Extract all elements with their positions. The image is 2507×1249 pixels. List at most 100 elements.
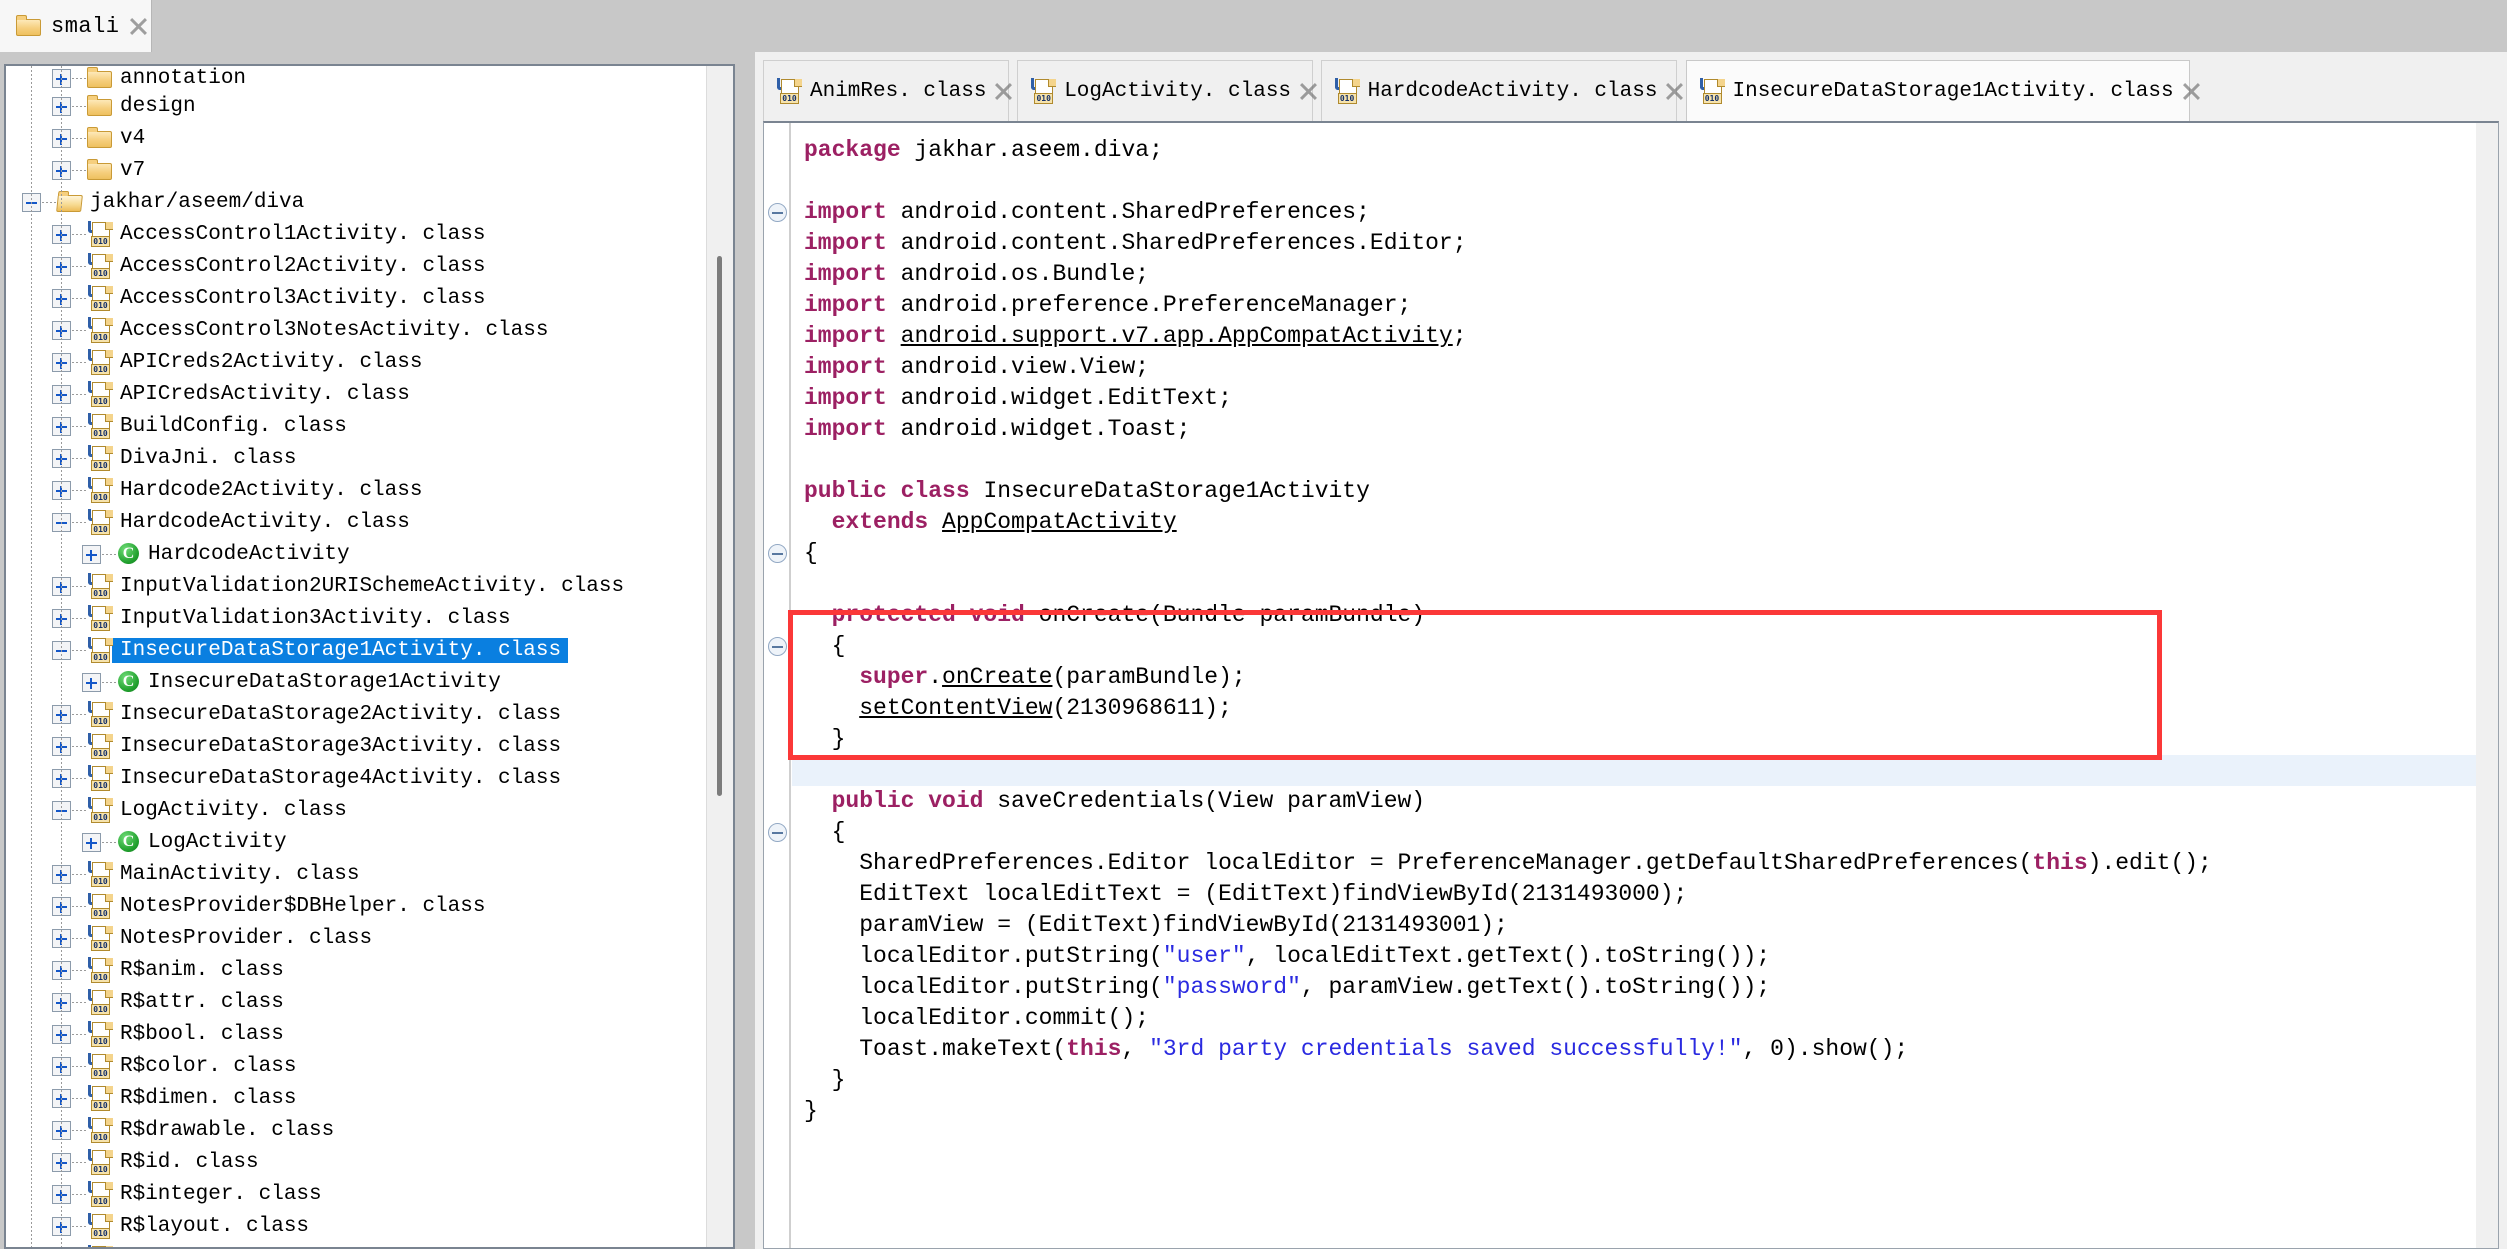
tree-item-label: InsecureDataStorage2Activity. class [120, 702, 562, 726]
tree-item[interactable]: 010 AccessControl3NotesActivity. class [6, 314, 707, 346]
editor-tab-3[interactable]: 010 HardcodeActivity. class [1320, 60, 1678, 122]
tree-item[interactable]: 010 AccessControl2Activity. class [6, 250, 707, 282]
editor-tab-2[interactable]: 010 LogActivity. class [1017, 60, 1313, 122]
tree-item-label: APICredsActivity. class [120, 382, 410, 406]
tree-item[interactable]: C HardcodeActivity [6, 538, 707, 570]
tree-item[interactable]: 010 APICredsActivity. class [6, 378, 707, 410]
tree-item[interactable]: 010R$menu. class [6, 1242, 707, 1247]
file-tree-scroll-area[interactable]: annotation design v4 v7 jakhar/aseem/diva 010… [6, 66, 707, 1247]
tree-item[interactable]: 010 AccessControl3Activity. class [6, 282, 707, 314]
tree-item-label: AccessControl2Activity. class [120, 254, 486, 278]
class-file-icon: 010 [87, 476, 113, 504]
class-file-icon: 010 [87, 956, 113, 984]
class-file-icon: 010 [87, 348, 113, 376]
tree-item[interactable]: 010 MainActivity. class [6, 858, 707, 890]
close-icon[interactable] [2182, 82, 2201, 101]
source-code[interactable]: package jakhar.aseem.diva; import androi… [792, 123, 2498, 1248]
folding-gutter[interactable] [764, 123, 791, 1248]
code-editor[interactable]: package jakhar.aseem.diva; import androi… [763, 121, 2499, 1249]
expand-icon[interactable] [82, 832, 101, 852]
editor-tab-1[interactable]: 010 AnimRes. class [763, 60, 1010, 122]
tree-item[interactable]: 010 Hardcode2Activity. class [6, 474, 707, 506]
editor-tab-strip: 010 AnimRes. class 010 LogActivity. class 01… [763, 60, 2507, 122]
tree-item[interactable]: 010 BuildConfig. class [6, 410, 707, 442]
folder-icon [87, 66, 113, 89]
tree-connector [72, 1001, 86, 1003]
tree-vertical-scrollbar[interactable] [706, 66, 733, 1247]
tree-item[interactable]: 010 InputValidation2URISchemeActivity. cl… [6, 570, 707, 602]
class-file-icon: 010 [87, 1244, 113, 1247]
fold-collapse-icon[interactable] [768, 203, 787, 222]
tree-item[interactable]: 010 R$drawable. class [6, 1114, 707, 1146]
gutter-divider [789, 123, 791, 1248]
class-file-icon: 010 [776, 78, 802, 105]
tree-item-selected[interactable]: 010 InsecureDataStorage1Activity. class [6, 634, 707, 666]
tree-item[interactable]: 010 R$dimen. class [6, 1082, 707, 1114]
close-icon[interactable] [1299, 82, 1318, 101]
tree-item-label: NotesProvider. class [120, 926, 373, 950]
tree-item[interactable]: 010 R$id. class [6, 1146, 707, 1178]
tree-scrollbar-thumb[interactable] [717, 256, 722, 796]
expand-icon[interactable] [82, 672, 101, 692]
tree-item[interactable]: 010 InsecureDataStorage4Activity. class [6, 762, 707, 794]
tree-item[interactable]: 010 R$bool. class [6, 1018, 707, 1050]
tree-item[interactable]: 010 APICreds2Activity. class [6, 346, 707, 378]
fold-collapse-icon[interactable] [768, 637, 787, 656]
tree-item[interactable]: 010 R$integer. class [6, 1178, 707, 1210]
tree-item-label: LogActivity [148, 830, 287, 854]
tree-item[interactable]: 010 InsecureDataStorage2Activity. class [6, 698, 707, 730]
tree-item[interactable]: 010 LogActivity. class [6, 794, 707, 826]
code-line: } [804, 1098, 818, 1124]
expand-icon[interactable] [82, 544, 101, 564]
tree-item[interactable]: 010 AccessControl1Activity. class [6, 218, 707, 250]
tree-item-label: jakhar/aseem/diva [90, 190, 305, 214]
tree-connector [72, 873, 86, 875]
tree-connector [72, 1065, 86, 1067]
editor-panel: 010 AnimRes. class 010 LogActivity. class 01… [755, 52, 2507, 1249]
code-line: localEditor.putString("password", paramV… [804, 974, 1771, 1000]
editor-tab-4[interactable]: 010 InsecureDataStorage1Activity. class [1685, 60, 2190, 122]
tree-item[interactable]: 010 DivaJni. class [6, 442, 707, 474]
class-file-icon: 010 [87, 700, 113, 728]
class-file-icon: 010 [87, 1052, 113, 1080]
tree-item[interactable]: 010 R$attr. class [6, 986, 707, 1018]
tree-item[interactable]: v4 [6, 122, 707, 154]
tree-item[interactable]: 010 R$layout. class [6, 1210, 707, 1242]
code-line [792, 755, 2498, 786]
tree-item[interactable]: 010 HardcodeActivity. class [6, 506, 707, 538]
tree-item[interactable]: 010 NotesProvider$DBHelper. class [6, 890, 707, 922]
tree-item[interactable]: 010 InputValidation3Activity. class [6, 602, 707, 634]
file-tree-panel: annotation design v4 v7 jakhar/aseem/diva 010… [4, 64, 735, 1249]
close-icon[interactable] [129, 17, 148, 36]
tree-item[interactable]: v7 [6, 154, 707, 186]
tree-item[interactable]: annotation [6, 66, 707, 90]
class-file-icon: 010 [87, 284, 113, 312]
class-file-icon: 010 [87, 764, 113, 792]
tree-item[interactable]: C LogActivity [6, 826, 707, 858]
outer-tab-smali[interactable]: smali [0, 0, 152, 52]
tree-item[interactable]: 010 InsecureDataStorage3Activity. class [6, 730, 707, 762]
tree-item[interactable]: jakhar/aseem/diva [6, 186, 707, 218]
code-line: Toast.makeText(this, "3rd party credenti… [804, 1036, 1909, 1062]
tree-item-label: AccessControl1Activity. class [120, 222, 486, 246]
fold-collapse-icon[interactable] [768, 544, 787, 563]
tree-connector [72, 361, 86, 363]
tree-connector [72, 1161, 86, 1163]
code-line: public class InsecureDataStorage1Activit… [804, 478, 1370, 504]
fold-collapse-icon[interactable] [768, 823, 787, 842]
tree-item[interactable]: 010 R$anim. class [6, 954, 707, 986]
folder-icon [87, 126, 113, 149]
tree-connector [72, 233, 86, 235]
tree-connector [72, 425, 86, 427]
green-class-icon: C [117, 670, 141, 694]
tree-item[interactable]: design [6, 90, 707, 122]
tree-item[interactable]: 010 R$color. class [6, 1050, 707, 1082]
tree-item-label: design [120, 94, 196, 118]
code-line: localEditor.putString("user", localEditT… [804, 943, 1771, 969]
tree-connector [72, 1033, 86, 1035]
close-icon[interactable] [994, 82, 1013, 101]
editor-vertical-scrollbar[interactable] [2476, 123, 2498, 1248]
tree-item[interactable]: 010 NotesProvider. class [6, 922, 707, 954]
tree-item[interactable]: C InsecureDataStorage1Activity [6, 666, 707, 698]
close-icon[interactable] [1665, 82, 1684, 101]
